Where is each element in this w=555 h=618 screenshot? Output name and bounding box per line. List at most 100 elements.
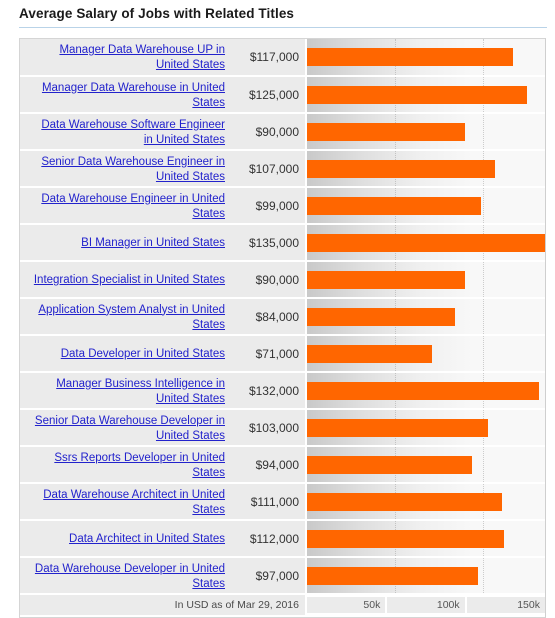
salary-value: $94,000 [231,446,306,484]
job-title-link[interactable]: Data Warehouse Developer in United State… [35,563,225,590]
salary-bar [307,529,505,548]
salary-bar-cell [305,483,545,521]
table-row: Data Architect in United States $112,000 [20,520,545,558]
table-row: Manager Data Warehouse in United States $… [20,76,545,114]
gridline [483,447,485,482]
table-row: BI Manager in United States $135,000 [20,224,545,262]
salary-value: $103,000 [231,409,306,447]
job-title-link[interactable]: Manager Data Warehouse UP in United Stat… [59,44,225,71]
table-row: Data Warehouse Software Engineer in Unit… [20,113,545,151]
salary-bar-cell [305,113,545,151]
salary-bar [307,196,482,215]
gridline [483,558,485,593]
salary-bar-cell [305,261,545,299]
salary-bar-cell [305,39,545,77]
salary-value: $84,000 [231,298,306,336]
job-title-cell: Manager Business Intelligence in United … [20,372,231,410]
table-row: Ssrs Reports Developer in United States $… [20,446,545,484]
salary-bar-cell [305,335,545,373]
axis-tick-label: 150k [464,596,545,615]
job-title-cell: Senior Data Warehouse Developer in Unite… [20,409,231,447]
job-title-link[interactable]: Data Warehouse Engineer in United States [41,193,225,220]
salary-bar [307,159,496,178]
salary-bar-cell [305,409,545,447]
salary-value: $97,000 [231,557,306,595]
job-title-link[interactable]: BI Manager in United States [81,237,225,249]
job-title-link[interactable]: Application System Analyst in United Sta… [38,304,225,331]
salary-bar [307,381,540,400]
salary-value: $99,000 [231,187,306,225]
table-row: Integration Specialist in United States $… [20,261,545,299]
salary-value: $117,000 [231,39,306,77]
salary-value: $107,000 [231,150,306,188]
job-title-link[interactable]: Integration Specialist in United States [34,274,225,286]
table-row: Senior Data Warehouse Engineer in United… [20,150,545,188]
table-row: Application System Analyst in United Sta… [20,298,545,336]
page-title: Average Salary of Jobs with Related Titl… [0,0,555,28]
job-title-link[interactable]: Data Developer in United States [61,348,225,360]
page-title-text: Average Salary of Jobs with Related Titl… [19,6,295,21]
gridline [483,299,485,334]
salary-value: $90,000 [231,113,306,151]
currency-note: In USD as of Mar 29, 2016 [20,594,306,617]
salary-value: $71,000 [231,335,306,373]
salary-bar [307,233,545,252]
salary-bar [307,307,455,326]
axis-tick-label: 100k [385,596,466,615]
job-title-cell: Data Warehouse Software Engineer in Unit… [20,113,231,151]
gridline [483,188,485,223]
salary-table: Manager Data Warehouse UP in United Stat… [20,39,545,617]
salary-bar-cell [305,224,545,262]
table-row: Manager Data Warehouse UP in United Stat… [20,39,545,77]
job-title-cell: Data Warehouse Developer in United State… [20,557,231,595]
salary-bar [307,418,489,437]
job-title-cell: Senior Data Warehouse Engineer in United… [20,150,231,188]
job-title-cell: Data Architect in United States [20,520,231,558]
salary-value: $112,000 [231,520,306,558]
salary-bar-cell [305,298,545,336]
gridline [483,114,485,149]
table-row: Data Developer in United States $71,000 [20,335,545,373]
job-title-link[interactable]: Data Architect in United States [69,533,225,545]
table-row: Data Warehouse Developer in United State… [20,557,545,595]
salary-bar [307,48,513,66]
job-title-link[interactable]: Data Warehouse Software Engineer in Unit… [41,119,225,146]
salary-value: $125,000 [231,76,306,114]
job-title-link[interactable]: Senior Data Warehouse Engineer in United… [41,156,225,183]
job-title-link[interactable]: Manager Business Intelligence in United … [56,378,225,405]
salary-value: $135,000 [231,224,306,262]
salary-bar-cell [305,150,545,188]
salary-bar-cell [305,557,545,595]
job-title-link[interactable]: Senior Data Warehouse Developer in Unite… [35,415,225,442]
gridline [483,262,485,297]
job-title-link[interactable]: Ssrs Reports Developer in United States [54,452,225,479]
job-title-cell: Application System Analyst in United Sta… [20,298,231,336]
salary-bar [307,344,432,363]
salary-bar [307,122,466,141]
table-row: Data Warehouse Engineer in United States… [20,187,545,225]
gridline [483,336,485,371]
title-divider [19,27,547,28]
axis-tick-label: 50k [307,596,387,615]
job-title-cell: Integration Specialist in United States [20,261,231,299]
job-title-cell: Data Warehouse Engineer in United States [20,187,231,225]
salary-table-body: Manager Data Warehouse UP in United Stat… [20,39,545,617]
salary-bar [307,492,503,511]
table-row: Manager Business Intelligence in United … [20,372,545,410]
chart-footer-row: In USD as of Mar 29, 2016 50k 100k 150k [20,594,545,617]
job-title-cell: Ssrs Reports Developer in United States [20,446,231,484]
salary-bar-cell [305,187,545,225]
job-title-cell: BI Manager in United States [20,224,231,262]
job-title-link[interactable]: Manager Data Warehouse in United States [42,82,225,109]
salary-value: $90,000 [231,261,306,299]
job-title-cell: Manager Data Warehouse UP in United Stat… [20,39,231,77]
job-title-cell: Manager Data Warehouse in United States [20,76,231,114]
salary-bar [307,270,466,289]
salary-bar [307,455,473,474]
job-title-link[interactable]: Data Warehouse Architect in United State… [43,489,225,516]
salary-bar-cell [305,76,545,114]
x-axis: 50k 100k 150k [305,594,545,616]
salary-value: $132,000 [231,372,306,410]
salary-chart-panel: Manager Data Warehouse UP in United Stat… [19,38,546,618]
table-row: Senior Data Warehouse Developer in Unite… [20,409,545,447]
